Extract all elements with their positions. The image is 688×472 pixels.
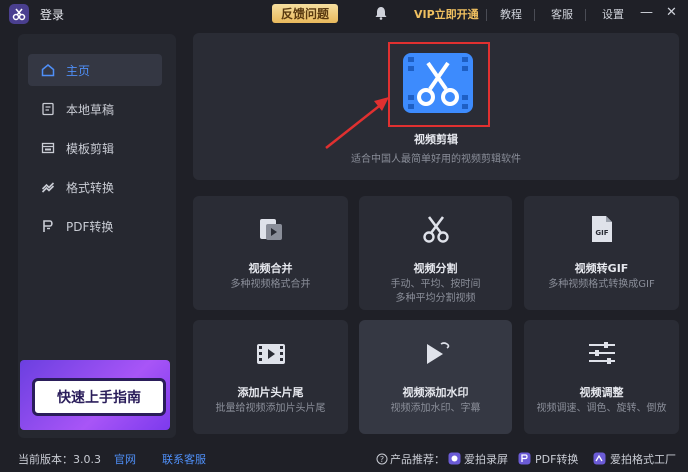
tool-card-watermark[interactable]: 视频添加水印 视频添加水印、字幕	[359, 320, 512, 434]
website-link[interactable]: 官网	[114, 451, 136, 467]
pdf-icon	[40, 218, 56, 234]
card-title: 视频剪辑	[414, 133, 458, 146]
divider	[534, 9, 535, 21]
card-description: 批量给视频添加片头片尾	[215, 403, 326, 414]
divider	[585, 9, 586, 21]
sidebar-item-home[interactable]: 主页	[28, 54, 162, 86]
help-icon: ?	[376, 453, 388, 468]
divider	[486, 9, 487, 21]
quick-start-banner[interactable]: 快速上手指南	[20, 360, 170, 430]
tutorial-link[interactable]: 教程	[500, 6, 522, 22]
card-description: 适合中国人最简单好用的视频剪辑软件	[351, 154, 521, 165]
template-icon	[40, 140, 56, 156]
card-description: 视频调速、调色、旋转、倒放	[536, 403, 667, 414]
feedback-button[interactable]: 反馈问题	[272, 4, 338, 23]
card-title: 视频转GIF	[574, 262, 629, 275]
vip-button[interactable]: VIP立即开通	[414, 6, 479, 22]
sidebar-item-drafts[interactable]: 本地草稿	[28, 93, 162, 125]
version-label: 当前版本：3.0.3	[18, 453, 101, 466]
card-description: 多种视频格式合并	[230, 279, 311, 290]
title-bar: 登录 反馈问题 VIP立即开通 教程 客服 设置 — ✕	[0, 0, 688, 28]
video-edit-card[interactable]: 视频剪辑 适合中国人最简单好用的视频剪辑软件	[193, 33, 679, 180]
status-bar: 当前版本：3.0.3 官网 联系客服 ? 产品推荐： 爱拍录屏 PDF转换 爱拍…	[0, 446, 688, 472]
format-factory-app-icon	[593, 452, 606, 468]
convert-icon	[40, 179, 56, 195]
settings-link[interactable]: 设置	[602, 6, 624, 22]
scissors-film-icon	[401, 51, 475, 115]
product-link-recorder[interactable]: 爱拍录屏	[464, 451, 508, 467]
sidebar-item-convert[interactable]: 格式转换	[28, 171, 162, 203]
sliders-icon	[587, 340, 617, 370]
close-button[interactable]: ✕	[666, 5, 677, 20]
app-logo	[9, 4, 29, 24]
sidebar-item-template[interactable]: 模板剪辑	[28, 132, 162, 164]
support-link[interactable]: 客服	[551, 6, 573, 22]
card-title: 添加片头片尾	[237, 386, 304, 399]
card-description: 多种视频格式转换成GIF	[548, 279, 655, 290]
card-description: 视频添加水印、字幕	[390, 403, 481, 414]
sidebar: 主页 本地草稿 模板剪辑 格式转换 PDF转换 快速上手指南	[18, 34, 176, 438]
pdf-app-icon	[518, 452, 531, 468]
home-icon	[40, 62, 56, 78]
play-watermark-icon	[421, 340, 451, 372]
quick-start-label: 快速上手指南	[32, 378, 166, 416]
gif-icon-text: GIF	[595, 229, 608, 237]
scissors-icon	[421, 214, 451, 248]
gif-file-icon: GIF	[588, 214, 616, 248]
tool-card-adjust[interactable]: 视频调整 视频调速、调色、旋转、倒放	[524, 320, 679, 434]
sidebar-item-label: 主页	[66, 63, 91, 78]
product-link-format-factory[interactable]: 爱拍格式工厂	[610, 451, 676, 467]
tool-card-split[interactable]: 视频分割 手动、平均、按时间 多种平均分割视频	[359, 196, 512, 310]
card-title: 视频添加水印	[402, 386, 469, 399]
svg-text:?: ?	[380, 455, 384, 464]
tool-card-merge[interactable]: 视频合并 多种视频格式合并	[193, 196, 348, 310]
sidebar-item-label: 本地草稿	[66, 102, 115, 117]
product-link-pdf[interactable]: PDF转换	[535, 451, 578, 467]
screen-record-app-icon	[448, 452, 461, 468]
contact-support-link[interactable]: 联系客服	[162, 451, 206, 467]
sidebar-item-label: PDF转换	[66, 219, 114, 234]
sidebar-item-label: 格式转换	[66, 180, 115, 195]
login-link[interactable]: 登录	[40, 6, 64, 23]
recommend-label: 产品推荐：	[390, 453, 445, 466]
bell-icon[interactable]	[374, 6, 388, 23]
card-description: 手动、平均、按时间	[390, 279, 481, 290]
sidebar-item-pdf[interactable]: PDF转换	[28, 210, 162, 242]
film-play-icon	[256, 342, 286, 370]
tool-card-gif[interactable]: GIF 视频转GIF 多种视频格式转换成GIF	[524, 196, 679, 310]
card-description: 多种平均分割视频	[395, 293, 476, 304]
draft-icon	[40, 101, 56, 117]
video-merge-icon	[258, 216, 284, 246]
sidebar-item-label: 模板剪辑	[66, 141, 115, 156]
tool-card-intro-outro[interactable]: 添加片头片尾 批量给视频添加片头片尾	[193, 320, 348, 434]
card-title: 视频调整	[579, 386, 624, 399]
minimize-button[interactable]: —	[640, 5, 653, 20]
card-title: 视频合并	[248, 262, 293, 275]
card-title: 视频分割	[413, 262, 458, 275]
